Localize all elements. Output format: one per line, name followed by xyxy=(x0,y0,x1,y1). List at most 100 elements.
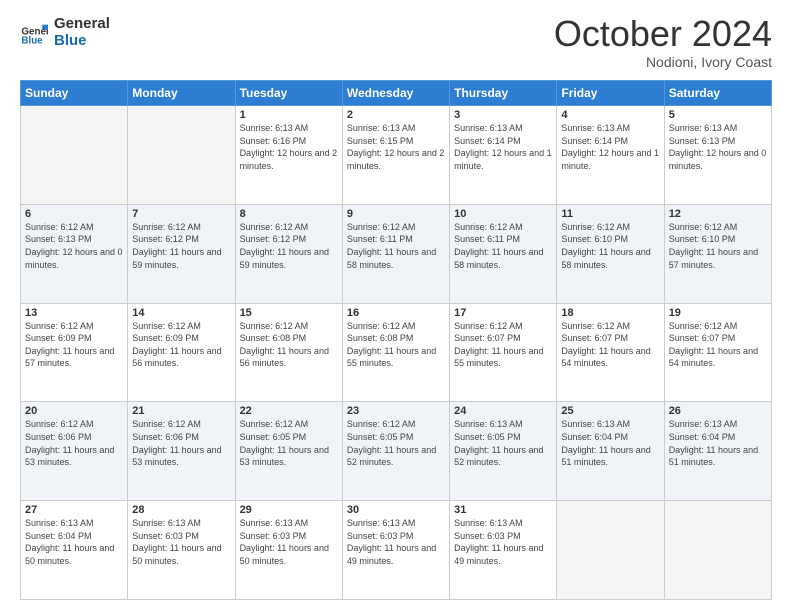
sunrise-label: Sunrise: xyxy=(347,321,383,331)
sunset-label: Sunset: xyxy=(347,432,380,442)
day-cell-9: 9 Sunrise: 6:12 AM Sunset: 6:11 PM Dayli… xyxy=(342,204,449,303)
sunset-label: Sunset: xyxy=(240,432,273,442)
sunrise-label: Sunrise: xyxy=(25,321,61,331)
daylight-label: Daylight: 12 hours and 1 minute. xyxy=(561,148,659,171)
sunset-label: Sunset: xyxy=(347,136,380,146)
sunrise-time: 6:13 AM xyxy=(382,123,415,133)
day-number: 9 xyxy=(347,208,445,220)
sunrise-time: 6:13 AM xyxy=(490,123,523,133)
sunset-time: 6:15 PM xyxy=(380,136,414,146)
daylight-label: Daylight: 11 hours and 59 minutes. xyxy=(132,247,221,270)
sunset-label: Sunset: xyxy=(561,333,594,343)
day-number: 31 xyxy=(454,504,552,516)
daylight-label: Daylight: 11 hours and 57 minutes. xyxy=(669,247,758,270)
day-info: Sunrise: 6:13 AM Sunset: 6:05 PM Dayligh… xyxy=(454,418,552,468)
day-number: 11 xyxy=(561,208,659,220)
day-number: 27 xyxy=(25,504,123,516)
day-info: Sunrise: 6:12 AM Sunset: 6:08 PM Dayligh… xyxy=(240,320,338,370)
day-info: Sunrise: 6:12 AM Sunset: 6:10 PM Dayligh… xyxy=(669,221,767,271)
calendar-week-row: 6 Sunrise: 6:12 AM Sunset: 6:13 PM Dayli… xyxy=(21,204,772,303)
sunset-time: 6:14 PM xyxy=(594,136,628,146)
sunrise-time: 6:12 AM xyxy=(275,419,308,429)
page: General Blue General Blue October 2024 N… xyxy=(0,0,792,612)
day-cell-15: 15 Sunrise: 6:12 AM Sunset: 6:08 PM Dayl… xyxy=(235,303,342,402)
day-number: 2 xyxy=(347,109,445,121)
day-cell-3: 3 Sunrise: 6:13 AM Sunset: 6:14 PM Dayli… xyxy=(450,106,557,205)
day-number: 5 xyxy=(669,109,767,121)
col-header-saturday: Saturday xyxy=(664,81,771,106)
day-number: 29 xyxy=(240,504,338,516)
sunset-label: Sunset: xyxy=(240,234,273,244)
day-number: 19 xyxy=(669,307,767,319)
day-cell-27: 27 Sunrise: 6:13 AM Sunset: 6:04 PM Dayl… xyxy=(21,501,128,600)
daylight-label: Daylight: 11 hours and 58 minutes. xyxy=(454,247,543,270)
col-header-friday: Friday xyxy=(557,81,664,106)
calendar-table: SundayMondayTuesdayWednesdayThursdayFrid… xyxy=(20,80,772,600)
day-info: Sunrise: 6:12 AM Sunset: 6:12 PM Dayligh… xyxy=(132,221,230,271)
day-info: Sunrise: 6:12 AM Sunset: 6:07 PM Dayligh… xyxy=(454,320,552,370)
calendar-header-row: SundayMondayTuesdayWednesdayThursdayFrid… xyxy=(21,81,772,106)
sunrise-time: 6:13 AM xyxy=(275,123,308,133)
sunset-label: Sunset: xyxy=(132,531,165,541)
sunset-time: 6:10 PM xyxy=(702,234,736,244)
location-subtitle: Nodioni, Ivory Coast xyxy=(554,54,772,70)
sunrise-time: 6:12 AM xyxy=(61,222,94,232)
sunset-time: 6:07 PM xyxy=(702,333,736,343)
sunset-label: Sunset: xyxy=(25,333,58,343)
day-info: Sunrise: 6:12 AM Sunset: 6:07 PM Dayligh… xyxy=(669,320,767,370)
sunrise-time: 6:12 AM xyxy=(490,321,523,331)
daylight-label: Daylight: 11 hours and 54 minutes. xyxy=(561,346,650,369)
sunset-label: Sunset: xyxy=(240,333,273,343)
sunset-time: 6:06 PM xyxy=(165,432,199,442)
sunset-label: Sunset: xyxy=(132,234,165,244)
day-number: 24 xyxy=(454,405,552,417)
day-info: Sunrise: 6:12 AM Sunset: 6:10 PM Dayligh… xyxy=(561,221,659,271)
day-info: Sunrise: 6:12 AM Sunset: 6:05 PM Dayligh… xyxy=(347,418,445,468)
day-cell-5: 5 Sunrise: 6:13 AM Sunset: 6:13 PM Dayli… xyxy=(664,106,771,205)
day-cell-17: 17 Sunrise: 6:12 AM Sunset: 6:07 PM Dayl… xyxy=(450,303,557,402)
day-cell-28: 28 Sunrise: 6:13 AM Sunset: 6:03 PM Dayl… xyxy=(128,501,235,600)
day-cell-30: 30 Sunrise: 6:13 AM Sunset: 6:03 PM Dayl… xyxy=(342,501,449,600)
sunrise-label: Sunrise: xyxy=(347,518,383,528)
daylight-label: Daylight: 11 hours and 55 minutes. xyxy=(347,346,436,369)
day-number: 12 xyxy=(669,208,767,220)
sunrise-label: Sunrise: xyxy=(669,321,705,331)
sunrise-label: Sunrise: xyxy=(132,321,168,331)
col-header-thursday: Thursday xyxy=(450,81,557,106)
sunset-time: 6:07 PM xyxy=(487,333,521,343)
sunset-label: Sunset: xyxy=(669,234,702,244)
sunrise-time: 6:12 AM xyxy=(275,321,308,331)
sunrise-label: Sunrise: xyxy=(25,518,61,528)
daylight-label: Daylight: 11 hours and 56 minutes. xyxy=(132,346,221,369)
sunset-time: 6:09 PM xyxy=(58,333,92,343)
sunset-time: 6:08 PM xyxy=(380,333,414,343)
day-number: 6 xyxy=(25,208,123,220)
daylight-label: Daylight: 11 hours and 56 minutes. xyxy=(240,346,329,369)
day-info: Sunrise: 6:13 AM Sunset: 6:03 PM Dayligh… xyxy=(132,517,230,567)
sunrise-time: 6:13 AM xyxy=(275,518,308,528)
logo: General Blue General Blue xyxy=(20,16,110,49)
day-cell-2: 2 Sunrise: 6:13 AM Sunset: 6:15 PM Dayli… xyxy=(342,106,449,205)
sunrise-label: Sunrise: xyxy=(669,222,705,232)
daylight-label: Daylight: 11 hours and 58 minutes. xyxy=(561,247,650,270)
daylight-label: Daylight: 11 hours and 55 minutes. xyxy=(454,346,543,369)
sunset-time: 6:12 PM xyxy=(273,234,307,244)
day-info: Sunrise: 6:12 AM Sunset: 6:07 PM Dayligh… xyxy=(561,320,659,370)
sunset-time: 6:13 PM xyxy=(58,234,92,244)
header: General Blue General Blue October 2024 N… xyxy=(20,16,772,70)
day-number: 8 xyxy=(240,208,338,220)
daylight-label: Daylight: 12 hours and 0 minutes. xyxy=(25,247,123,270)
day-number: 13 xyxy=(25,307,123,319)
day-info: Sunrise: 6:12 AM Sunset: 6:09 PM Dayligh… xyxy=(132,320,230,370)
sunset-label: Sunset: xyxy=(25,531,58,541)
col-header-tuesday: Tuesday xyxy=(235,81,342,106)
month-title: October 2024 xyxy=(554,16,772,52)
logo-general: General xyxy=(54,16,110,33)
day-info: Sunrise: 6:12 AM Sunset: 6:06 PM Dayligh… xyxy=(132,418,230,468)
day-info: Sunrise: 6:12 AM Sunset: 6:08 PM Dayligh… xyxy=(347,320,445,370)
day-number: 21 xyxy=(132,405,230,417)
day-cell-10: 10 Sunrise: 6:12 AM Sunset: 6:11 PM Dayl… xyxy=(450,204,557,303)
col-header-monday: Monday xyxy=(128,81,235,106)
sunset-time: 6:05 PM xyxy=(273,432,307,442)
sunrise-label: Sunrise: xyxy=(25,222,61,232)
